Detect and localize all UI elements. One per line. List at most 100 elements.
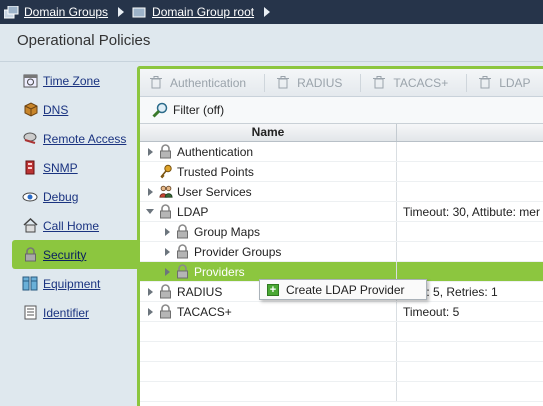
cell-value — [397, 242, 543, 261]
sidebar-item-label: Time Zone — [43, 73, 100, 88]
lock-icon — [159, 144, 173, 159]
breadcrumb-separator-icon — [118, 7, 125, 17]
toolbar-button-label: RADIUS — [297, 75, 343, 90]
cell-name: Trusted Points — [140, 162, 397, 181]
toolbar: Authentication RADIUS TACACS+ LDAP — [140, 69, 543, 97]
cell-name: LDAP — [140, 202, 397, 221]
policy-tree-grid: Name Authentication Trusted Points User Se… — [140, 123, 543, 402]
expand-arrow-icon[interactable] — [161, 226, 173, 238]
expand-arrow-icon[interactable] — [144, 186, 156, 198]
sidebar-item-security[interactable]: Security — [12, 240, 140, 269]
row-label: Group Maps — [194, 224, 261, 239]
sidebar-item-debug[interactable]: Debug — [12, 182, 138, 211]
cell-name — [140, 322, 397, 341]
cell-value: Timeout: 30, Attibute: mer — [403, 204, 540, 219]
table-row[interactable]: LDAP Timeout: 30, Attibute: mer — [140, 202, 543, 222]
lock-icon — [22, 247, 38, 263]
column-header-name[interactable]: Name — [140, 124, 397, 141]
remote-access-icon — [22, 131, 38, 147]
delete-tacacs-button[interactable]: TACACS+ — [373, 73, 468, 92]
cell-value — [397, 322, 543, 341]
column-header-value[interactable] — [397, 124, 543, 141]
lock-icon — [176, 264, 190, 279]
row-label: TACACS+ — [177, 304, 232, 319]
expand-arrow-icon[interactable] — [144, 286, 156, 298]
snmp-icon — [22, 160, 38, 176]
filter-label: Filter (off) — [173, 103, 225, 117]
row-label: Provider Groups — [194, 244, 282, 259]
sidebar-item-label: Call Home — [43, 218, 100, 233]
breadcrumb-label: Domain Groups — [24, 5, 109, 19]
expand-arrow-icon[interactable] — [144, 146, 156, 158]
lock-icon — [159, 284, 173, 299]
breadcrumb-separator-icon — [264, 7, 271, 17]
row-label: Trusted Points — [177, 164, 254, 179]
trash-icon — [277, 76, 290, 89]
cell-name: TACACS+ — [140, 302, 397, 321]
users-icon — [159, 184, 173, 199]
sidebar-item-label: Security — [43, 247, 87, 262]
row-label: User Services — [177, 184, 252, 199]
expand-arrow-icon[interactable] — [161, 246, 173, 258]
breadcrumb: Domain Groups Domain Group root — [0, 0, 543, 24]
sidebar-item-time-zone[interactable]: Time Zone — [12, 66, 138, 95]
filter-toggle[interactable]: Filter (off) — [140, 97, 543, 123]
breadcrumb-domain-group-root[interactable]: Domain Group root — [132, 5, 254, 19]
sidebar-item-label: Identifier — [43, 305, 90, 320]
lock-icon — [176, 244, 190, 259]
cell-value: Timeout: 5 — [403, 304, 460, 319]
header-divider — [0, 61, 543, 62]
context-menu-create-ldap-provider[interactable]: + Create LDAP Provider — [259, 279, 427, 300]
sidebar-item-dns[interactable]: DNS — [12, 95, 138, 124]
sidebar-item-label: Debug — [43, 189, 79, 204]
table-row — [140, 362, 543, 382]
sidebar: Time Zone DNS Remote Access SNMP Debug C… — [12, 66, 140, 327]
row-label: Authentication — [177, 144, 254, 159]
equipment-icon — [22, 276, 38, 292]
grid-body: Authentication Trusted Points User Service… — [140, 142, 543, 402]
cell-name — [140, 342, 397, 361]
toolbar-button-label: TACACS+ — [393, 75, 449, 90]
security-panel: Authentication RADIUS TACACS+ LDAP Filte… — [137, 66, 543, 406]
table-row — [140, 342, 543, 362]
row-label: LDAP — [177, 204, 209, 219]
cell-value — [397, 362, 543, 381]
delete-ldap-button[interactable]: LDAP — [479, 74, 543, 92]
grid-header: Name — [140, 123, 543, 142]
dns-icon — [22, 102, 38, 118]
debug-icon — [22, 189, 38, 205]
key-icon — [159, 164, 173, 179]
lock-icon — [159, 304, 173, 319]
delete-radius-button[interactable]: RADIUS — [277, 73, 362, 92]
expand-arrow-icon[interactable] — [161, 266, 173, 278]
cell-value — [397, 182, 543, 201]
table-row[interactable]: User Services — [140, 182, 543, 202]
identifier-icon — [22, 305, 38, 321]
table-row[interactable]: TACACS+ Timeout: 5 — [140, 302, 543, 322]
sidebar-item-equipment[interactable]: Equipment — [12, 269, 138, 298]
row-label: RADIUS — [177, 284, 223, 299]
plus-icon: + — [267, 283, 279, 296]
cell-value — [397, 342, 543, 361]
trash-icon — [373, 76, 386, 89]
table-row[interactable]: Provider Groups — [140, 242, 543, 262]
cell-value — [397, 222, 543, 241]
delete-authentication-button[interactable]: Authentication — [150, 73, 266, 92]
sidebar-item-snmp[interactable]: SNMP — [12, 153, 138, 182]
sidebar-item-remote-access[interactable]: Remote Access — [12, 124, 138, 153]
cell-value — [397, 382, 543, 401]
collapse-arrow-icon[interactable] — [144, 206, 156, 218]
cell-name — [140, 382, 397, 401]
table-row[interactable]: Group Maps — [140, 222, 543, 242]
breadcrumb-domain-groups[interactable]: Domain Groups — [4, 5, 108, 19]
expand-arrow-icon[interactable] — [144, 306, 156, 318]
cell-name — [140, 362, 397, 381]
sidebar-item-identifier[interactable]: Identifier — [12, 298, 138, 327]
sidebar-item-label: SNMP — [43, 160, 78, 175]
magnifier-icon — [152, 102, 168, 118]
table-row[interactable]: Trusted Points — [140, 162, 543, 182]
sidebar-item-call-home[interactable]: Call Home — [12, 211, 138, 240]
table-row[interactable]: Authentication — [140, 142, 543, 162]
toolbar-button-label: LDAP — [499, 75, 531, 90]
